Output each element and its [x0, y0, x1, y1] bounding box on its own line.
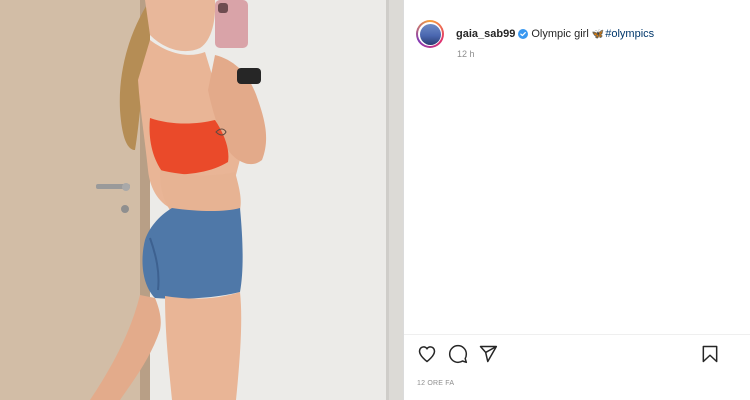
- hashtag-link[interactable]: #olympics: [605, 28, 654, 40]
- save-button[interactable]: [700, 344, 720, 364]
- like-button[interactable]: [417, 344, 437, 364]
- heart-icon: [418, 346, 436, 363]
- comment-button[interactable]: [448, 344, 468, 364]
- comment-icon: [448, 344, 468, 364]
- post-date[interactable]: 12 ORE FA: [417, 380, 454, 387]
- paper-plane-icon: [479, 345, 498, 363]
- post-photo[interactable]: [0, 0, 403, 400]
- avatar[interactable]: [416, 20, 444, 48]
- username-link[interactable]: gaia_sab99: [456, 28, 515, 40]
- caption-timestamp[interactable]: 12 h: [457, 49, 475, 59]
- bookmark-icon: [702, 345, 718, 363]
- share-button[interactable]: [478, 344, 498, 364]
- verified-badge-icon: [518, 29, 529, 39]
- avatar-image: [419, 23, 441, 45]
- butterfly-emoji: 🦋: [591, 28, 605, 40]
- actions-divider: [404, 334, 750, 335]
- post-side-panel: gaia_sab99 Olympic girl 🦋 #olympics 12 h: [404, 0, 750, 400]
- caption-text: Olympic girl: [531, 28, 589, 40]
- post-header: gaia_sab99 Olympic girl 🦋 #olympics: [416, 18, 654, 50]
- caption: gaia_sab99 Olympic girl 🦋 #olympics: [456, 28, 654, 40]
- post-image: [0, 0, 403, 400]
